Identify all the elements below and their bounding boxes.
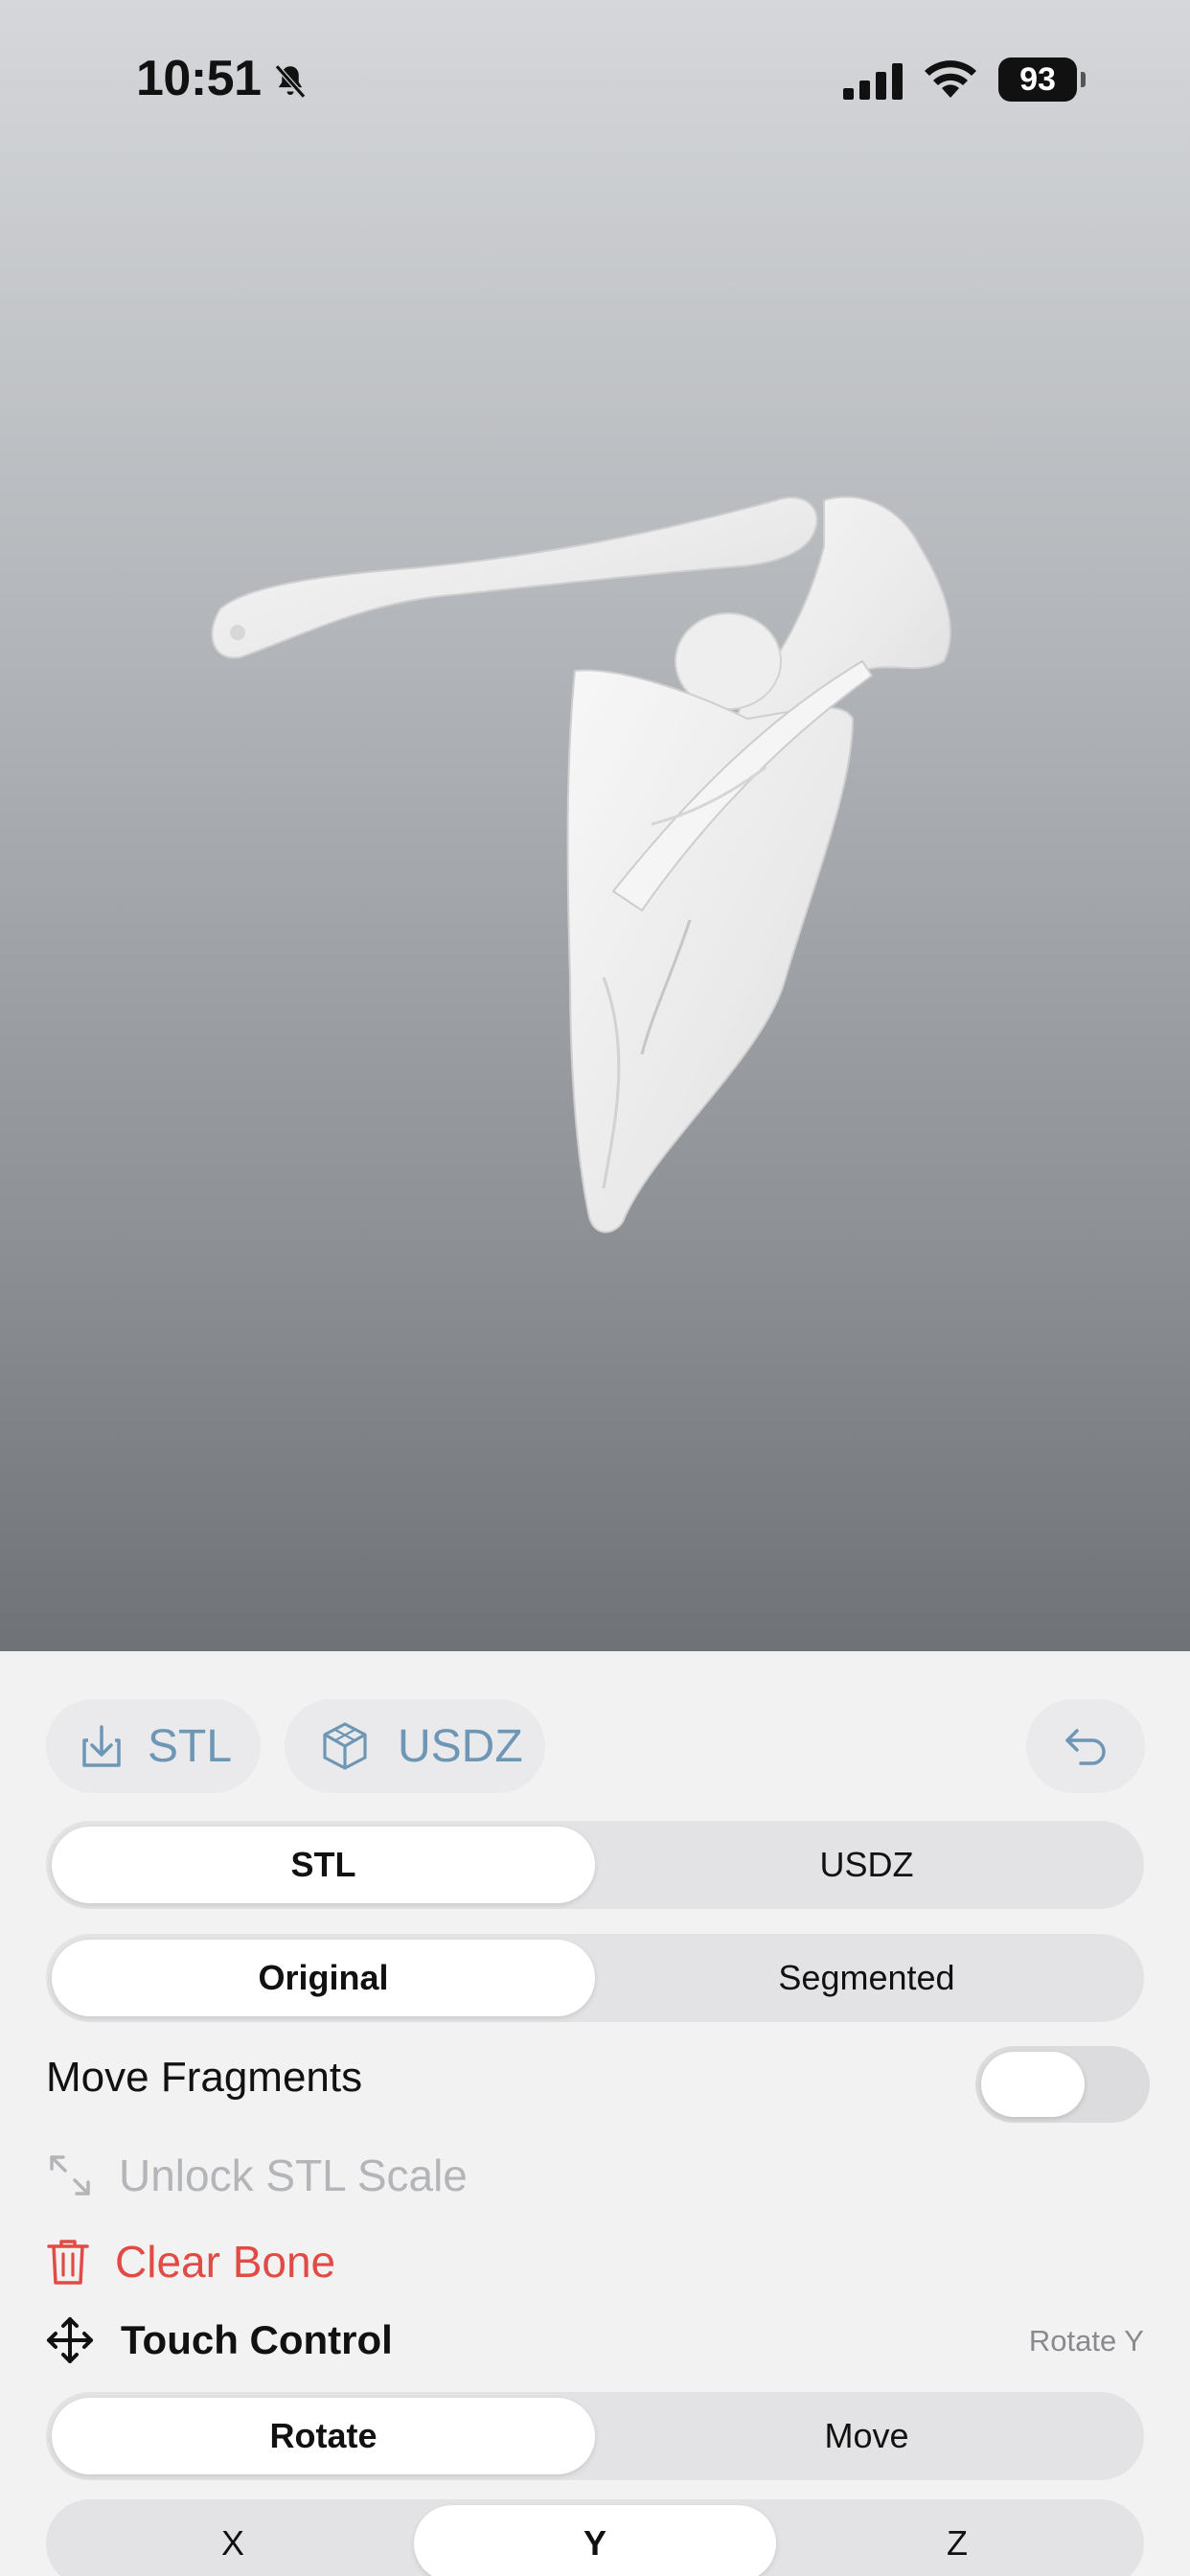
export-usdz-label: USDZ [398,1720,523,1772]
wifi-icon [925,60,976,98]
bell-slash-icon [274,64,307,99]
touch-option-rotate[interactable]: Rotate [52,2398,595,2474]
axis-option-z[interactable]: Z [776,2505,1138,2576]
battery-icon: 93 [998,58,1086,102]
axis-option-x[interactable]: X [52,2505,414,2576]
undo-button[interactable] [1026,1699,1145,1793]
shoulder-bone-model[interactable] [192,479,977,1236]
export-usdz-button[interactable]: USDZ [285,1699,545,1793]
touch-control-status: Rotate Y [1028,2324,1144,2358]
toggle-knob [981,2052,1085,2117]
unlock-stl-scale-label: Unlock STL Scale [119,2150,468,2200]
touch-control-label: Touch Control [121,2317,393,2362]
move-fragments-toggle[interactable] [975,2046,1150,2123]
undo-icon [1065,1729,1106,1765]
clear-bone-label: Clear Bone [115,2237,336,2287]
move-fragments-label: Move Fragments [46,2054,363,2101]
mode-option-segmented[interactable]: Segmented [595,1940,1138,2016]
cube-icon [323,1722,367,1770]
cellular-signal-icon [843,63,903,100]
expand-arrows-icon [50,2155,90,2196]
touch-mode-segmented-control: Rotate Move [46,2392,1144,2480]
battery-level: 93 [998,58,1077,102]
format-segmented-control: STL USDZ [46,1821,1144,1909]
trash-icon [47,2240,89,2285]
status-time: 10:51 [136,51,262,106]
unlock-stl-scale-button[interactable]: Unlock STL Scale [46,2150,468,2201]
clear-bone-button[interactable]: Clear Bone [46,2236,335,2288]
format-option-stl[interactable]: STL [52,1827,595,1903]
axis-option-y[interactable]: Y [414,2505,776,2576]
download-icon [82,1725,121,1767]
status-bar: 10:51 93 [0,0,1190,163]
control-panel: STL USDZ STL USDZ Original Segmented Mov… [0,1651,1190,2576]
format-option-usdz[interactable]: USDZ [595,1827,1138,1903]
mode-segmented-control: Original Segmented [46,1934,1144,2022]
3d-viewport[interactable]: 10:51 93 [0,0,1190,1651]
axis-segmented-control: X Y Z [46,2499,1144,2576]
touch-option-move[interactable]: Move [595,2398,1138,2474]
export-stl-label: STL [148,1720,233,1772]
mode-option-original[interactable]: Original [52,1940,595,2016]
touch-control-header: Touch Control [46,2316,393,2364]
export-stl-button[interactable]: STL [46,1699,261,1793]
move-arrows-icon [47,2317,93,2363]
